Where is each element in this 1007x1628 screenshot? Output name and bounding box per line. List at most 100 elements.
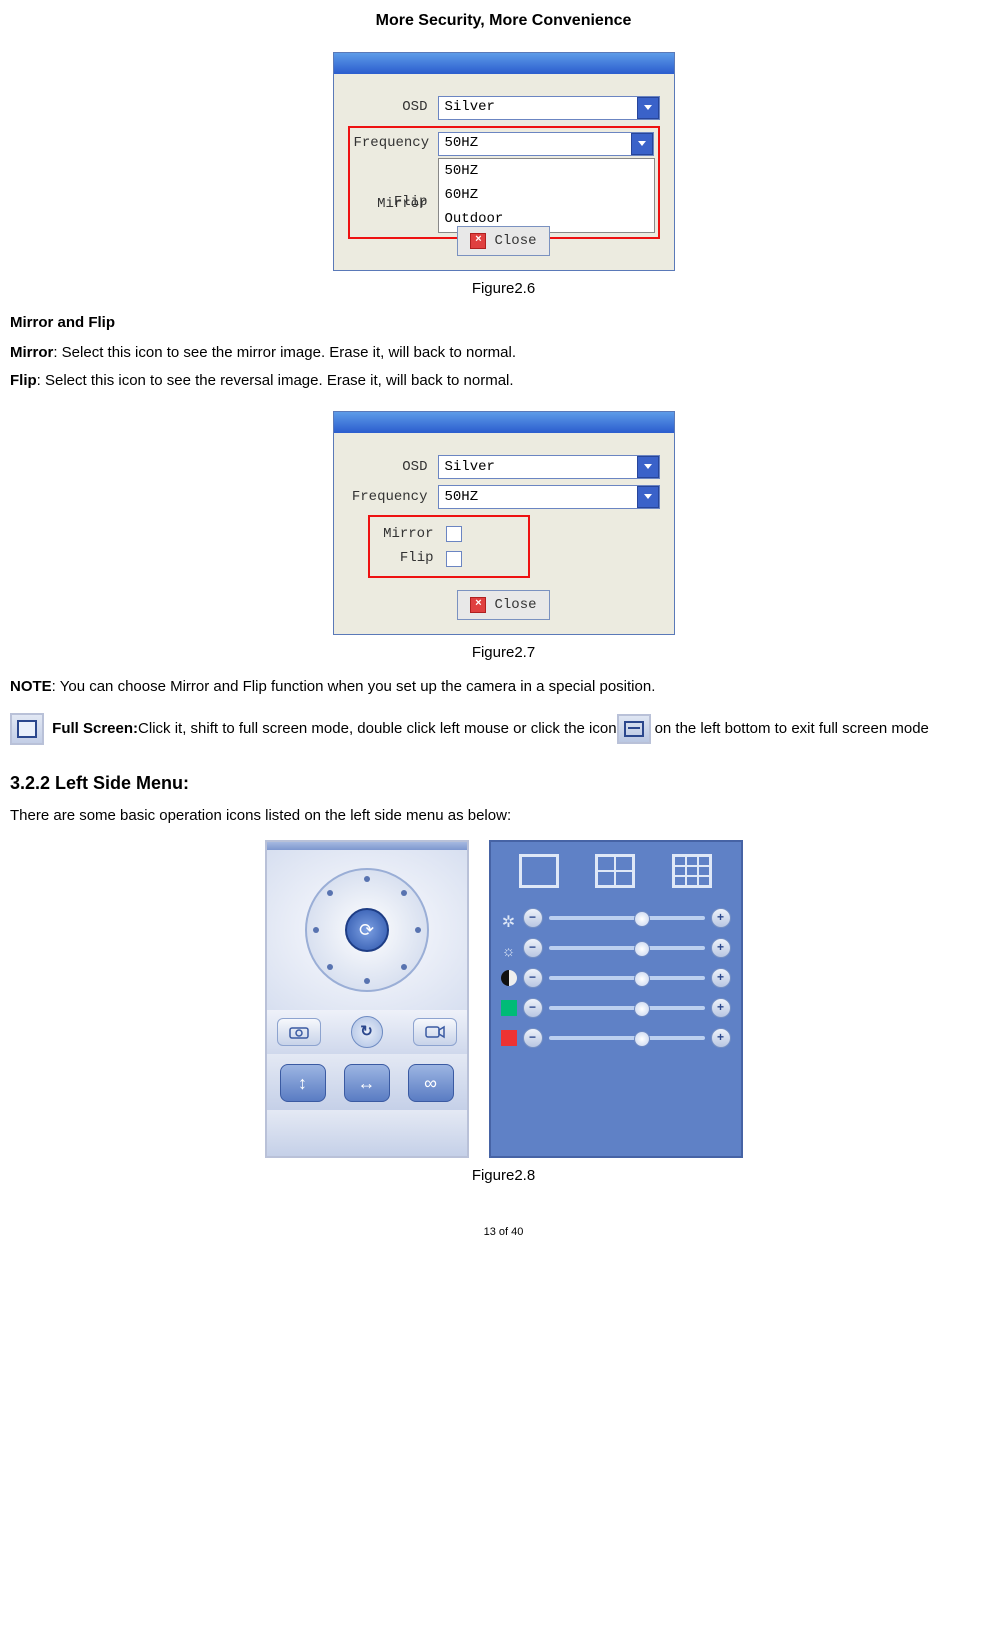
frequency-value: 50HZ bbox=[439, 132, 631, 154]
frequency-combobox[interactable]: 50HZ bbox=[438, 132, 654, 156]
close-label: Close bbox=[494, 594, 536, 616]
refresh-button[interactable]: ↻ bbox=[351, 1016, 383, 1048]
mirror-term: Mirror bbox=[10, 344, 53, 361]
dialog-figure-2-6: OSD Silver Frequency 50HZ 50HZ 60HZ Outd… bbox=[333, 52, 675, 271]
record-button[interactable] bbox=[413, 1018, 457, 1046]
figure-caption-2-6: Figure2.6 bbox=[10, 277, 997, 301]
hue-slider-row: − + bbox=[501, 998, 731, 1018]
osd-value: Silver bbox=[439, 96, 637, 118]
adjustment-panel: ✲ − + ☼ − + − + − + − + bbox=[489, 840, 743, 1158]
speed-slider[interactable] bbox=[549, 916, 705, 920]
minus-button[interactable]: − bbox=[523, 908, 543, 928]
osd-label: OSD bbox=[348, 96, 438, 118]
snapshot-button[interactable] bbox=[277, 1018, 321, 1046]
plus-button[interactable]: + bbox=[711, 1028, 731, 1048]
fullscreen-text-2: on the left bottom to exit full screen m… bbox=[655, 717, 929, 741]
frequency-value: 50HZ bbox=[439, 486, 637, 508]
mirror-label: Mirror bbox=[374, 523, 444, 545]
frequency-option[interactable]: 50HZ bbox=[439, 159, 654, 183]
infinity-button[interactable]: ∞ bbox=[408, 1064, 454, 1102]
saturation-icon bbox=[501, 1030, 517, 1046]
fullscreen-icon[interactable] bbox=[10, 713, 44, 745]
note-text: : You can choose Mirror and Flip functio… bbox=[52, 678, 656, 695]
fullscreen-text-1: Click it, shift to full screen mode, dou… bbox=[138, 717, 617, 741]
frequency-highlight: Frequency 50HZ 50HZ 60HZ Outdoor bbox=[348, 126, 660, 239]
close-label: Close bbox=[494, 230, 536, 252]
mirror-checkbox[interactable] bbox=[446, 526, 462, 542]
mirror-text: : Select this icon to see the mirror ima… bbox=[53, 344, 516, 361]
brightness-slider-row: ☼ − + bbox=[501, 938, 731, 958]
contrast-slider-row: − + bbox=[501, 968, 731, 988]
dialog-titlebar bbox=[334, 412, 674, 433]
flip-term: Flip bbox=[10, 372, 37, 389]
figure-caption-2-7: Figure2.7 bbox=[10, 641, 997, 665]
fullscreen-paragraph: Full Screen: Click it, shift to full scr… bbox=[10, 713, 997, 745]
plus-button[interactable]: + bbox=[711, 938, 731, 958]
frequency-label: Frequency bbox=[348, 486, 438, 508]
plus-button[interactable]: + bbox=[711, 968, 731, 988]
saturation-slider[interactable] bbox=[549, 1036, 705, 1040]
close-icon: × bbox=[470, 597, 486, 613]
minus-button[interactable]: − bbox=[523, 1028, 543, 1048]
flip-description: Flip: Select this icon to see the revers… bbox=[10, 369, 997, 393]
view-1x1-button[interactable] bbox=[519, 854, 559, 888]
mirror-flip-highlight: Mirror Flip bbox=[368, 515, 530, 578]
section-3-2-2-heading: 3.2.2 Left Side Menu: bbox=[10, 769, 997, 798]
page-number: 13 of 40 bbox=[10, 1224, 997, 1242]
frequency-combobox[interactable]: 50HZ bbox=[438, 485, 660, 509]
minus-button[interactable]: − bbox=[523, 968, 543, 988]
page-title: More Security, More Convenience bbox=[10, 8, 997, 34]
brightness-icon: ☼ bbox=[501, 940, 517, 956]
dropdown-button[interactable] bbox=[637, 486, 659, 508]
view-2x2-button[interactable] bbox=[595, 854, 635, 888]
ptz-dial[interactable]: ⟳ bbox=[305, 868, 429, 992]
brightness-slider[interactable] bbox=[549, 946, 705, 950]
dialog-figure-2-7: OSD Silver Frequency 50HZ Mirror Flip bbox=[333, 411, 675, 635]
hue-slider[interactable] bbox=[549, 1006, 705, 1010]
saturation-slider-row: − + bbox=[501, 1028, 731, 1048]
speed-slider-row: ✲ − + bbox=[501, 908, 731, 928]
flip-label: Flip bbox=[374, 547, 444, 569]
dropdown-button[interactable] bbox=[637, 456, 659, 478]
flip-checkbox[interactable] bbox=[446, 551, 462, 567]
chevron-down-icon bbox=[644, 464, 652, 469]
minus-button[interactable]: − bbox=[523, 938, 543, 958]
ptz-panel: ⟳ ↻ ↕ ↔ ∞ bbox=[265, 840, 469, 1158]
contrast-icon bbox=[501, 970, 517, 986]
dropdown-button[interactable] bbox=[631, 133, 653, 155]
view-3x3-button[interactable] bbox=[672, 854, 712, 888]
chevron-down-icon bbox=[644, 494, 652, 499]
hue-icon bbox=[501, 1000, 517, 1016]
panel-stripe bbox=[267, 842, 467, 850]
mirror-description: Mirror: Select this icon to see the mirr… bbox=[10, 341, 997, 365]
chevron-down-icon bbox=[638, 141, 646, 146]
note-term: NOTE bbox=[10, 678, 52, 695]
fan-icon: ✲ bbox=[501, 910, 517, 926]
osd-combobox[interactable]: Silver bbox=[438, 455, 660, 479]
section-3-2-2-intro: There are some basic operation icons lis… bbox=[10, 804, 997, 828]
close-button[interactable]: × Close bbox=[457, 590, 549, 620]
minus-button[interactable]: − bbox=[523, 998, 543, 1018]
plus-button[interactable]: + bbox=[711, 998, 731, 1018]
horizontal-cruise-button[interactable]: ↔ bbox=[344, 1064, 390, 1102]
plus-button[interactable]: + bbox=[711, 908, 731, 928]
vertical-cruise-button[interactable]: ↕ bbox=[280, 1064, 326, 1102]
note-paragraph: NOTE: You can choose Mirror and Flip fun… bbox=[10, 675, 997, 699]
ptz-center-button[interactable]: ⟳ bbox=[345, 908, 389, 952]
fullscreen-term: Full Screen: bbox=[52, 717, 138, 741]
figure-caption-2-8: Figure2.8 bbox=[10, 1164, 997, 1188]
dropdown-button[interactable] bbox=[637, 97, 659, 119]
chevron-down-icon bbox=[644, 105, 652, 110]
frequency-dropdown-list: 50HZ 60HZ Outdoor bbox=[438, 158, 655, 233]
frequency-option[interactable]: 60HZ bbox=[439, 183, 654, 207]
exit-fullscreen-icon[interactable] bbox=[617, 714, 651, 744]
close-icon: × bbox=[470, 233, 486, 249]
frequency-label: Frequency bbox=[354, 132, 438, 154]
contrast-slider[interactable] bbox=[549, 976, 705, 980]
dialog-titlebar bbox=[334, 53, 674, 74]
osd-value: Silver bbox=[439, 456, 637, 478]
close-button[interactable]: × Close bbox=[457, 226, 549, 256]
osd-label: OSD bbox=[348, 456, 438, 478]
figure-2-8-panels: ⟳ ↻ ↕ ↔ ∞ bbox=[10, 840, 997, 1158]
osd-combobox[interactable]: Silver bbox=[438, 96, 660, 120]
